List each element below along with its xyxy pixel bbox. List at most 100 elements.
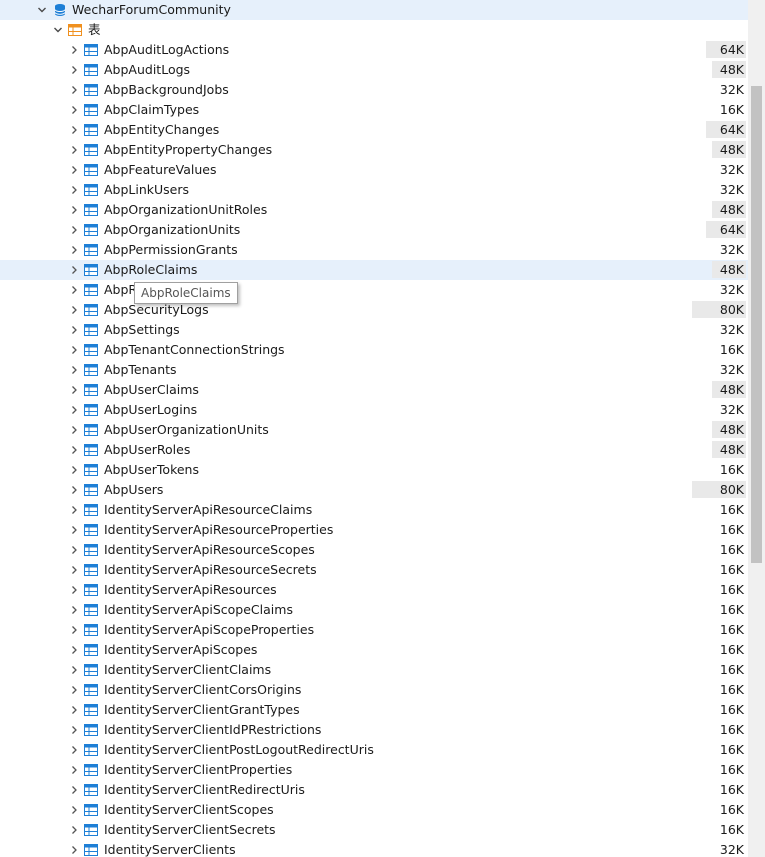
chevron-right-icon[interactable] <box>69 785 79 795</box>
table-row[interactable]: AbpUserTokens 16K <box>0 460 748 480</box>
chevron-down-icon[interactable] <box>37 5 47 15</box>
table-row[interactable]: IdentityServerApiScopeProperties 16K <box>0 620 748 640</box>
table-row[interactable]: AbpRoles 32K <box>0 280 748 300</box>
table-row[interactable]: AbpUserRoles 48K <box>0 440 748 460</box>
table-row[interactable]: IdentityServerApiResources 16K <box>0 580 748 600</box>
table-row[interactable]: IdentityServerClientCorsOrigins 16K <box>0 680 748 700</box>
table-row[interactable]: AbpSecurityLogs 80K <box>0 300 748 320</box>
chevron-right-icon[interactable] <box>69 825 79 835</box>
table-row[interactable]: AbpUserClaims 48K <box>0 380 748 400</box>
table-row[interactable]: AbpAuditLogActions 64K <box>0 40 748 60</box>
chevron-right-icon[interactable] <box>69 385 79 395</box>
table-row[interactable]: AbpOrganizationUnits 64K <box>0 220 748 240</box>
table-row[interactable]: AbpLinkUsers 32K <box>0 180 748 200</box>
table-row[interactable]: AbpEntityChanges 64K <box>0 120 748 140</box>
chevron-right-icon[interactable] <box>69 465 79 475</box>
chevron-right-icon[interactable] <box>69 645 79 655</box>
table-row[interactable]: AbpUserLogins 32K <box>0 400 748 420</box>
tables-folder-node[interactable]: 表 <box>0 20 748 40</box>
chevron-right-icon[interactable] <box>69 45 79 55</box>
chevron-right-icon[interactable] <box>69 665 79 675</box>
chevron-right-icon[interactable] <box>69 845 79 855</box>
table-row[interactable]: IdentityServerApiResourceScopes 16K <box>0 540 748 560</box>
chevron-right-icon[interactable] <box>69 445 79 455</box>
table-icon <box>84 324 98 336</box>
chevron-right-icon[interactable] <box>69 325 79 335</box>
table-row[interactable]: IdentityServerClientIdPRestrictions 16K <box>0 720 748 740</box>
chevron-right-icon[interactable] <box>69 545 79 555</box>
table-row[interactable]: AbpClaimTypes 16K <box>0 100 748 120</box>
tables-folder-label: 表 <box>88 22 101 37</box>
chevron-right-icon[interactable] <box>69 205 79 215</box>
table-row[interactable]: IdentityServerClientScopes 16K <box>0 800 748 820</box>
table-row[interactable]: IdentityServerClientProperties 16K <box>0 760 748 780</box>
chevron-right-icon[interactable] <box>69 85 79 95</box>
database-node[interactable]: WecharForumCommunity <box>0 0 748 20</box>
table-row[interactable]: IdentityServerClients 32K <box>0 840 748 857</box>
chevron-down-icon[interactable] <box>53 25 63 35</box>
chevron-right-icon[interactable] <box>69 585 79 595</box>
table-size-value: 32K <box>719 82 744 97</box>
object-tree[interactable]: WecharForumCommunity 表 AbpAuditLogAction… <box>0 0 765 857</box>
table-size: 16K <box>712 621 746 638</box>
table-row[interactable]: IdentityServerApiResourceProperties 16K <box>0 520 748 540</box>
chevron-right-icon[interactable] <box>69 105 79 115</box>
chevron-right-icon[interactable] <box>69 285 79 295</box>
chevron-right-icon[interactable] <box>69 605 79 615</box>
scroll-down-button[interactable] <box>748 840 765 857</box>
chevron-right-icon[interactable] <box>69 65 79 75</box>
table-row[interactable]: IdentityServerClientClaims 16K <box>0 660 748 680</box>
table-row[interactable]: AbpPermissionGrants 32K <box>0 240 748 260</box>
table-size: 32K <box>712 281 746 298</box>
table-row[interactable]: IdentityServerClientPostLogoutRedirectUr… <box>0 740 748 760</box>
table-row[interactable]: IdentityServerClientGrantTypes 16K <box>0 700 748 720</box>
chevron-right-icon[interactable] <box>69 125 79 135</box>
table-row[interactable]: IdentityServerApiScopeClaims 16K <box>0 600 748 620</box>
chevron-right-icon[interactable] <box>69 265 79 275</box>
chevron-right-icon[interactable] <box>69 565 79 575</box>
table-row[interactable]: AbpOrganizationUnitRoles 48K <box>0 200 748 220</box>
scrollbar-thumb[interactable] <box>751 86 762 563</box>
table-row[interactable]: AbpUserOrganizationUnits 48K <box>0 420 748 440</box>
chevron-right-icon[interactable] <box>69 305 79 315</box>
chevron-right-icon[interactable] <box>69 525 79 535</box>
chevron-right-icon[interactable] <box>69 725 79 735</box>
chevron-right-icon[interactable] <box>69 165 79 175</box>
chevron-right-icon[interactable] <box>69 345 79 355</box>
scroll-up-button[interactable] <box>748 0 765 17</box>
chevron-right-icon[interactable] <box>69 225 79 235</box>
chevron-right-icon[interactable] <box>69 625 79 635</box>
table-size: 48K <box>712 381 746 398</box>
chevron-right-icon[interactable] <box>69 485 79 495</box>
chevron-right-icon[interactable] <box>69 365 79 375</box>
table-row[interactable]: AbpRoleClaims 48K <box>0 260 748 280</box>
chevron-right-icon[interactable] <box>69 685 79 695</box>
table-icon <box>84 84 98 96</box>
table-row[interactable]: AbpTenantConnectionStrings 16K <box>0 340 748 360</box>
chevron-right-icon[interactable] <box>69 765 79 775</box>
chevron-right-icon[interactable] <box>69 405 79 415</box>
table-row[interactable]: IdentityServerClientSecrets 16K <box>0 820 748 840</box>
table-row[interactable]: IdentityServerApiResourceClaims 16K <box>0 500 748 520</box>
table-row[interactable]: AbpBackgroundJobs 32K <box>0 80 748 100</box>
chevron-right-icon[interactable] <box>69 425 79 435</box>
chevron-right-icon[interactable] <box>69 245 79 255</box>
table-size-value: 32K <box>719 282 744 297</box>
table-size-value: 16K <box>719 622 744 637</box>
chevron-right-icon[interactable] <box>69 705 79 715</box>
table-row[interactable]: AbpUsers 80K <box>0 480 748 500</box>
vertical-scrollbar[interactable] <box>748 0 765 857</box>
table-row[interactable]: AbpSettings 32K <box>0 320 748 340</box>
table-row[interactable]: AbpFeatureValues 32K <box>0 160 748 180</box>
table-row[interactable]: IdentityServerApiResourceSecrets 16K <box>0 560 748 580</box>
table-row[interactable]: AbpAuditLogs 48K <box>0 60 748 80</box>
table-row[interactable]: IdentityServerApiScopes 16K <box>0 640 748 660</box>
table-row[interactable]: AbpTenants 32K <box>0 360 748 380</box>
chevron-right-icon[interactable] <box>69 805 79 815</box>
table-row[interactable]: IdentityServerClientRedirectUris 16K <box>0 780 748 800</box>
chevron-right-icon[interactable] <box>69 145 79 155</box>
table-row[interactable]: AbpEntityPropertyChanges 48K <box>0 140 748 160</box>
chevron-right-icon[interactable] <box>69 185 79 195</box>
chevron-right-icon[interactable] <box>69 745 79 755</box>
chevron-right-icon[interactable] <box>69 505 79 515</box>
